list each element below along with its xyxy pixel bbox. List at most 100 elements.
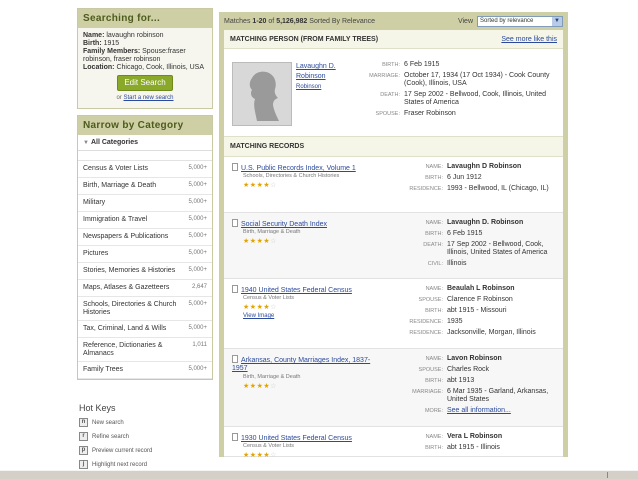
star-icon: ★ [243,383,250,390]
fact-key: MARRIAGE: [412,389,443,395]
person-fact: DEATH: 17 Sep 2002 - Bellwood, Cook, Illi… [360,91,560,107]
edit-search-button[interactable]: Edit Search [117,75,173,91]
location-value: Chicago, Cook, Illinois, USA [116,64,204,71]
record-category: Birth, Marriage & Death [243,229,301,235]
fact-value: Vera L Robinson [447,433,559,441]
star-icon: ★ [243,304,250,311]
results-frame: MATCHING PERSON (FROM FAMILY TREES) See … [219,30,568,459]
matching-person-card: Lavaughn D. Robinson Robinson BIRTH: 6 Fe… [224,49,563,137]
record-fact: NAME: Lavaughn D. Robinson [399,219,559,227]
record-fact: MARRIAGE: 6 Mar 1935 - Garland, Arkansas,… [399,388,559,404]
fact-key: DEATH: [380,92,400,98]
category-item[interactable]: Reference, Dictionaries & Almanacs 1,011 [78,338,212,362]
person-name[interactable]: Lavaughn D. Robinson [296,62,356,82]
category-item[interactable]: Maps, Atlases & Gazetteers 2,647 [78,280,212,297]
record-title[interactable]: 1940 United States Federal Census [241,287,352,294]
fact-name: Lavaughn D Robinson [447,163,522,170]
start-new-search-link[interactable]: Start a new search [123,95,173,101]
record-title[interactable]: U.S. Public Records Index, Volume 1 [241,165,356,172]
category-count: 2,647 [191,284,207,290]
category-item[interactable]: Census & Voter Lists 5,000+ [78,161,212,178]
star-icon: ☆ [270,182,277,189]
birth-label: Birth: [83,40,102,47]
star-icon: ★ [249,383,257,390]
category-count: 5,000+ [188,233,207,239]
record-title[interactable]: Arkansas, County Marriages Index, 1837-1… [232,357,370,372]
rating-stars: ★★★★☆ [243,382,277,390]
category-item[interactable]: Schools, Directories & Church Histories 5… [78,297,212,321]
fact-value: 17 Sep 2002 - Bellwood, Cook, Illinois, … [447,241,559,257]
record-title[interactable]: Social Security Death Index [241,221,327,228]
fact-key: BIRTH: [382,62,400,68]
record-title-link[interactable]: 1930 United States Federal Census [232,433,382,443]
category-item[interactable]: Tax, Criminal, Land & Wills 5,000+ [78,321,212,338]
record-row: Arkansas, County Marriages Index, 1837-1… [224,349,563,427]
matching-person-title: MATCHING PERSON (FROM FAMILY TREES) [230,35,379,43]
record-fact: NAME: Lavaughn D Robinson [399,163,559,171]
category-item[interactable]: Immigration & Travel 5,000+ [78,212,212,229]
fact-key: RESIDENCE: [409,319,443,325]
category-count: 5,000+ [188,366,207,372]
see-more-link[interactable]: See more like this [501,36,557,43]
record-fact: RESIDENCE: 1993 - Bellwood, IL (Chicago, … [399,185,559,193]
record-title-link[interactable]: 1940 United States Federal Census [232,285,382,295]
category-item[interactable]: Military 5,000+ [78,195,212,212]
person-name-link[interactable]: Lavaughn D. Robinson Robinson [296,62,356,92]
category-item[interactable]: Newspapers & Publications 5,000+ [78,229,212,246]
fact-value: 6 Feb 1915 [447,230,559,238]
person-sub[interactable]: Robinson [296,82,356,92]
hotkey-key-icon: p [79,446,88,455]
fact-key: NAME: [425,220,443,226]
record-fact: NAME: Lavon Robinson [399,355,559,363]
record-title-link[interactable]: Arkansas, County Marriages Index, 1837-1… [232,355,382,373]
person-facts: BIRTH: 6 Feb 1915 MARRIAGE: October 17, 193… [360,61,560,121]
document-icon [232,285,238,293]
category-name: Birth, Marriage & Death [83,182,157,189]
star-icon: ★ [249,238,257,245]
record-row: Social Security Death Index Birth, Marria… [224,213,563,279]
view-image-link[interactable]: View Image [243,313,274,319]
taskbar [0,470,638,479]
fact-text: Charles Rock [447,366,490,373]
star-icon: ★ [249,452,257,459]
fact-value: Fraser Robinson [404,110,456,117]
matching-person-header: MATCHING PERSON (FROM FAMILY TREES) See … [224,30,563,49]
hotkey-label: Refine search [92,433,130,440]
fact-key: NAME: [425,164,443,170]
record-row: U.S. Public Records Index, Volume 1 Schoo… [224,157,563,213]
fact-value: October 17, 1934 (17 Oct 1934) - Cook Co… [404,72,550,87]
fact-value: abt 1915 - Missouri [447,307,559,315]
record-facts: NAME: Lavon Robinson SPOUSE: Charles Rock BI… [399,355,559,418]
all-categories-toggle[interactable]: ▼ All Categories [78,135,212,151]
all-categories-label: All Categories [90,139,139,146]
see-all-info-link[interactable]: See all information... [447,407,511,414]
hotkeys-panel: Hot Keys n New search r Refine search p Previ… [79,403,209,474]
person-fact: MARRIAGE: October 17, 1934 (17 Oct 1934) … [360,72,560,88]
record-fact: SPOUSE: Charles Rock [399,366,559,374]
hotkey-label: Highlight next record [92,461,148,468]
record-title[interactable]: 1930 United States Federal Census [241,435,352,442]
hotkey-label: New search [92,419,124,426]
person-fact: BIRTH: 6 Feb 1915 [360,61,560,69]
category-item[interactable]: Stories, Memories & Histories 5,000+ [78,263,212,280]
person-fact: SPOUSE: Fraser Robinson [360,110,560,118]
category-name: Reference, Dictionaries & Almanacs [83,342,163,357]
chevron-down-icon[interactable]: ▼ [552,16,562,26]
hotkey-item: j Highlight next record [79,460,209,469]
rating-stars: ★★★★☆ [243,303,277,311]
category-name: Tax, Criminal, Land & Wills [83,325,167,332]
person-silhouette-icon[interactable] [232,62,292,126]
category-item[interactable]: Birth, Marriage & Death 5,000+ [78,178,212,195]
fact-key: MARRIAGE: [369,73,400,79]
fact-text: 1935 [447,318,463,325]
fact-value: Clarence F Robinson [447,296,559,304]
record-title-link[interactable]: Social Security Death Index [232,219,382,229]
category-item[interactable]: Pictures 5,000+ [78,246,212,263]
fact-value: Beaulah L Robinson [447,285,559,293]
record-title-link[interactable]: U.S. Public Records Index, Volume 1 [232,163,382,173]
record-fact: BIRTH: abt 1915 - Missouri [399,307,559,315]
sort-select[interactable]: Sorted by relevance ▼ [477,15,563,27]
document-icon [232,219,238,227]
search-summary-title: Searching for... [78,9,212,28]
category-item[interactable]: Family Trees 5,000+ [78,362,212,379]
